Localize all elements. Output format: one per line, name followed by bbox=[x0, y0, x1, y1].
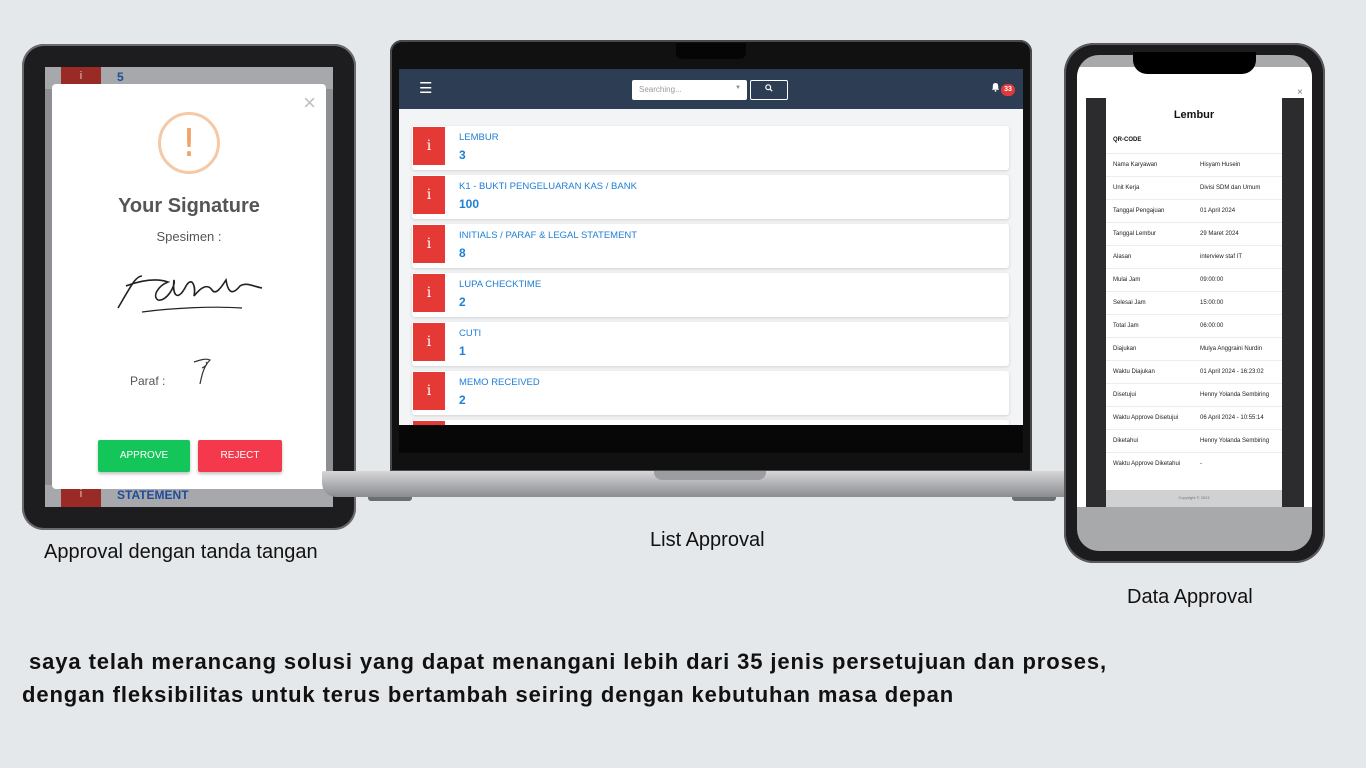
close-icon[interactable]: × bbox=[303, 90, 316, 116]
approval-card[interactable]: i K1 - BUKTI PENGELUARAN KAS / BANK 100 bbox=[412, 175, 1009, 219]
approval-card[interactable]: i LEMBUR 3 bbox=[412, 126, 1009, 170]
card-label: K1 - BUKTI PENGELUARAN KAS / BANK bbox=[459, 181, 637, 192]
description-line-2: dengan fleksibilitas untuk terus bertamb… bbox=[22, 682, 955, 707]
approval-card[interactable]: i INITIALS / PARAF & LEGAL STATEMENT 8 bbox=[412, 224, 1009, 268]
info-icon: i bbox=[413, 274, 445, 312]
reject-button[interactable]: REJECT bbox=[198, 440, 282, 472]
card-label: LUPA CHECKTIME bbox=[459, 279, 542, 290]
list-item-label: STATEMENT bbox=[117, 488, 189, 502]
paraf-image bbox=[193, 358, 212, 385]
laptop-device: ☰ Searching... ▼ 33 i LEMBUR 3 i K1 - BU… bbox=[390, 40, 1032, 472]
info-icon: i bbox=[413, 323, 445, 361]
approval-card[interactable]: i MEMO RECEIVED 2 bbox=[412, 371, 1009, 415]
modal-subtitle: Spesimen : bbox=[156, 229, 222, 244]
detail-view: × Lembur QR-CODE Nama Karyawan Hisyam Hus… bbox=[1077, 67, 1312, 507]
chevron-down-icon: ▼ bbox=[735, 85, 741, 91]
approval-card[interactable]: i CUTI 1 bbox=[412, 322, 1009, 366]
signature-image bbox=[117, 275, 263, 313]
tablet-device: i 5 i STATEMENT × ! Your Signature Spesi… bbox=[22, 44, 356, 530]
detail-row: Total Jam 06:00:00 bbox=[1106, 314, 1282, 337]
detail-row: Unit Kerja Divisi SDM dan Umum bbox=[1106, 176, 1282, 199]
caption-signature-approval: Approval dengan tanda tangan bbox=[44, 541, 318, 563]
card-label: CUTI bbox=[459, 328, 482, 339]
phone-screen: × Lembur QR-CODE Nama Karyawan Hisyam Hus… bbox=[1077, 55, 1312, 551]
info-icon: i bbox=[413, 372, 445, 410]
detail-row: Tanggal Pengajuan 01 April 2024 bbox=[1106, 199, 1282, 222]
detail-row: Waktu Approve Diketahui - bbox=[1106, 452, 1282, 475]
card-count: 1 bbox=[459, 344, 466, 358]
detail-row: Nama Karyawan Hisyam Husein bbox=[1106, 153, 1282, 176]
search-placeholder: Searching... bbox=[639, 85, 682, 94]
card-count: 3 bbox=[459, 148, 466, 162]
top-navbar: ☰ Searching... ▼ 33 bbox=[399, 69, 1023, 109]
detail-row: Waktu Approve Disetujui 06 April 2024 - 1… bbox=[1106, 406, 1282, 429]
document-footer: Copyright © 2024 bbox=[1106, 490, 1282, 507]
info-icon: i bbox=[413, 225, 445, 263]
qr-code-label: QR-CODE bbox=[1113, 137, 1142, 143]
laptop-base bbox=[322, 471, 1100, 497]
bell-icon[interactable] bbox=[991, 82, 1000, 95]
detail-row: Diketahui Henny Yolanda Sembiring bbox=[1106, 429, 1282, 452]
detail-row: Mulai Jam 09:00:00 bbox=[1106, 268, 1282, 291]
paraf-label: Paraf : bbox=[130, 374, 166, 388]
laptop-foot bbox=[1012, 497, 1056, 501]
detail-row: Selesai Jam 15:00:00 bbox=[1106, 291, 1282, 314]
info-icon: i bbox=[413, 127, 445, 165]
card-count: 2 bbox=[459, 295, 466, 309]
detail-row: Tanggal Lembur 29 Maret 2024 bbox=[1106, 222, 1282, 245]
document-viewer: Lembur QR-CODE Nama Karyawan Hisyam Husei… bbox=[1086, 98, 1304, 507]
description-line-1: saya telah merancang solusi yang dapat m… bbox=[22, 649, 1108, 674]
warning-icon: ! bbox=[158, 112, 220, 174]
caption-data-approval: Data Approval bbox=[1127, 586, 1253, 608]
tablet-screen: i 5 i STATEMENT × ! Your Signature Spesi… bbox=[45, 67, 333, 507]
approval-card[interactable]: i LUPA CHECKTIME 2 bbox=[412, 273, 1009, 317]
signature-modal: × ! Your Signature Spesimen : Paraf : AP… bbox=[52, 84, 326, 489]
laptop-screen: ☰ Searching... ▼ 33 i LEMBUR 3 i K1 - BU… bbox=[399, 69, 1023, 425]
list-item-count: 5 bbox=[117, 70, 124, 84]
card-count: 100 bbox=[459, 197, 480, 211]
card-label: INITIALS / PARAF & LEGAL STATEMENT bbox=[459, 230, 638, 241]
detail-row: Waktu Diajukan 01 April 2024 - 16:23:02 bbox=[1106, 360, 1282, 383]
search-icon bbox=[765, 84, 773, 92]
card-label: MEMO RECEIVED bbox=[459, 377, 540, 388]
caption-list-approval: List Approval bbox=[650, 529, 765, 551]
phone-notch bbox=[1133, 52, 1256, 74]
detail-row: Disetujui Henny Yolanda Sembiring bbox=[1106, 383, 1282, 406]
document-page: Lembur QR-CODE Nama Karyawan Hisyam Husei… bbox=[1106, 98, 1282, 507]
phone-device: × Lembur QR-CODE Nama Karyawan Hisyam Hus… bbox=[1064, 43, 1325, 563]
info-icon: i bbox=[413, 176, 445, 214]
modal-title: Your Signature bbox=[118, 195, 260, 217]
laptop-bezel bbox=[399, 425, 1023, 453]
document-title: Lembur bbox=[1173, 109, 1215, 121]
camera-notch bbox=[676, 43, 746, 59]
card-count: 8 bbox=[459, 246, 466, 260]
description-paragraph: saya telah merancang solusi yang dapat m… bbox=[22, 645, 1342, 711]
close-icon[interactable]: × bbox=[1297, 87, 1303, 98]
card-label: LEMBUR bbox=[459, 132, 499, 143]
menu-icon[interactable]: ☰ bbox=[419, 79, 432, 97]
detail-row: Diajukan Mulya Anggraini Nurdin bbox=[1106, 337, 1282, 360]
card-count: 2 bbox=[459, 393, 466, 407]
approve-button[interactable]: APPROVE bbox=[98, 440, 190, 472]
detail-row: Alasan interview staf IT bbox=[1106, 245, 1282, 268]
search-button[interactable] bbox=[750, 80, 788, 100]
laptop-foot bbox=[368, 497, 412, 501]
laptop-groove bbox=[654, 471, 766, 480]
search-select[interactable]: Searching... ▼ bbox=[632, 80, 747, 100]
notification-badge: 33 bbox=[1001, 84, 1015, 96]
